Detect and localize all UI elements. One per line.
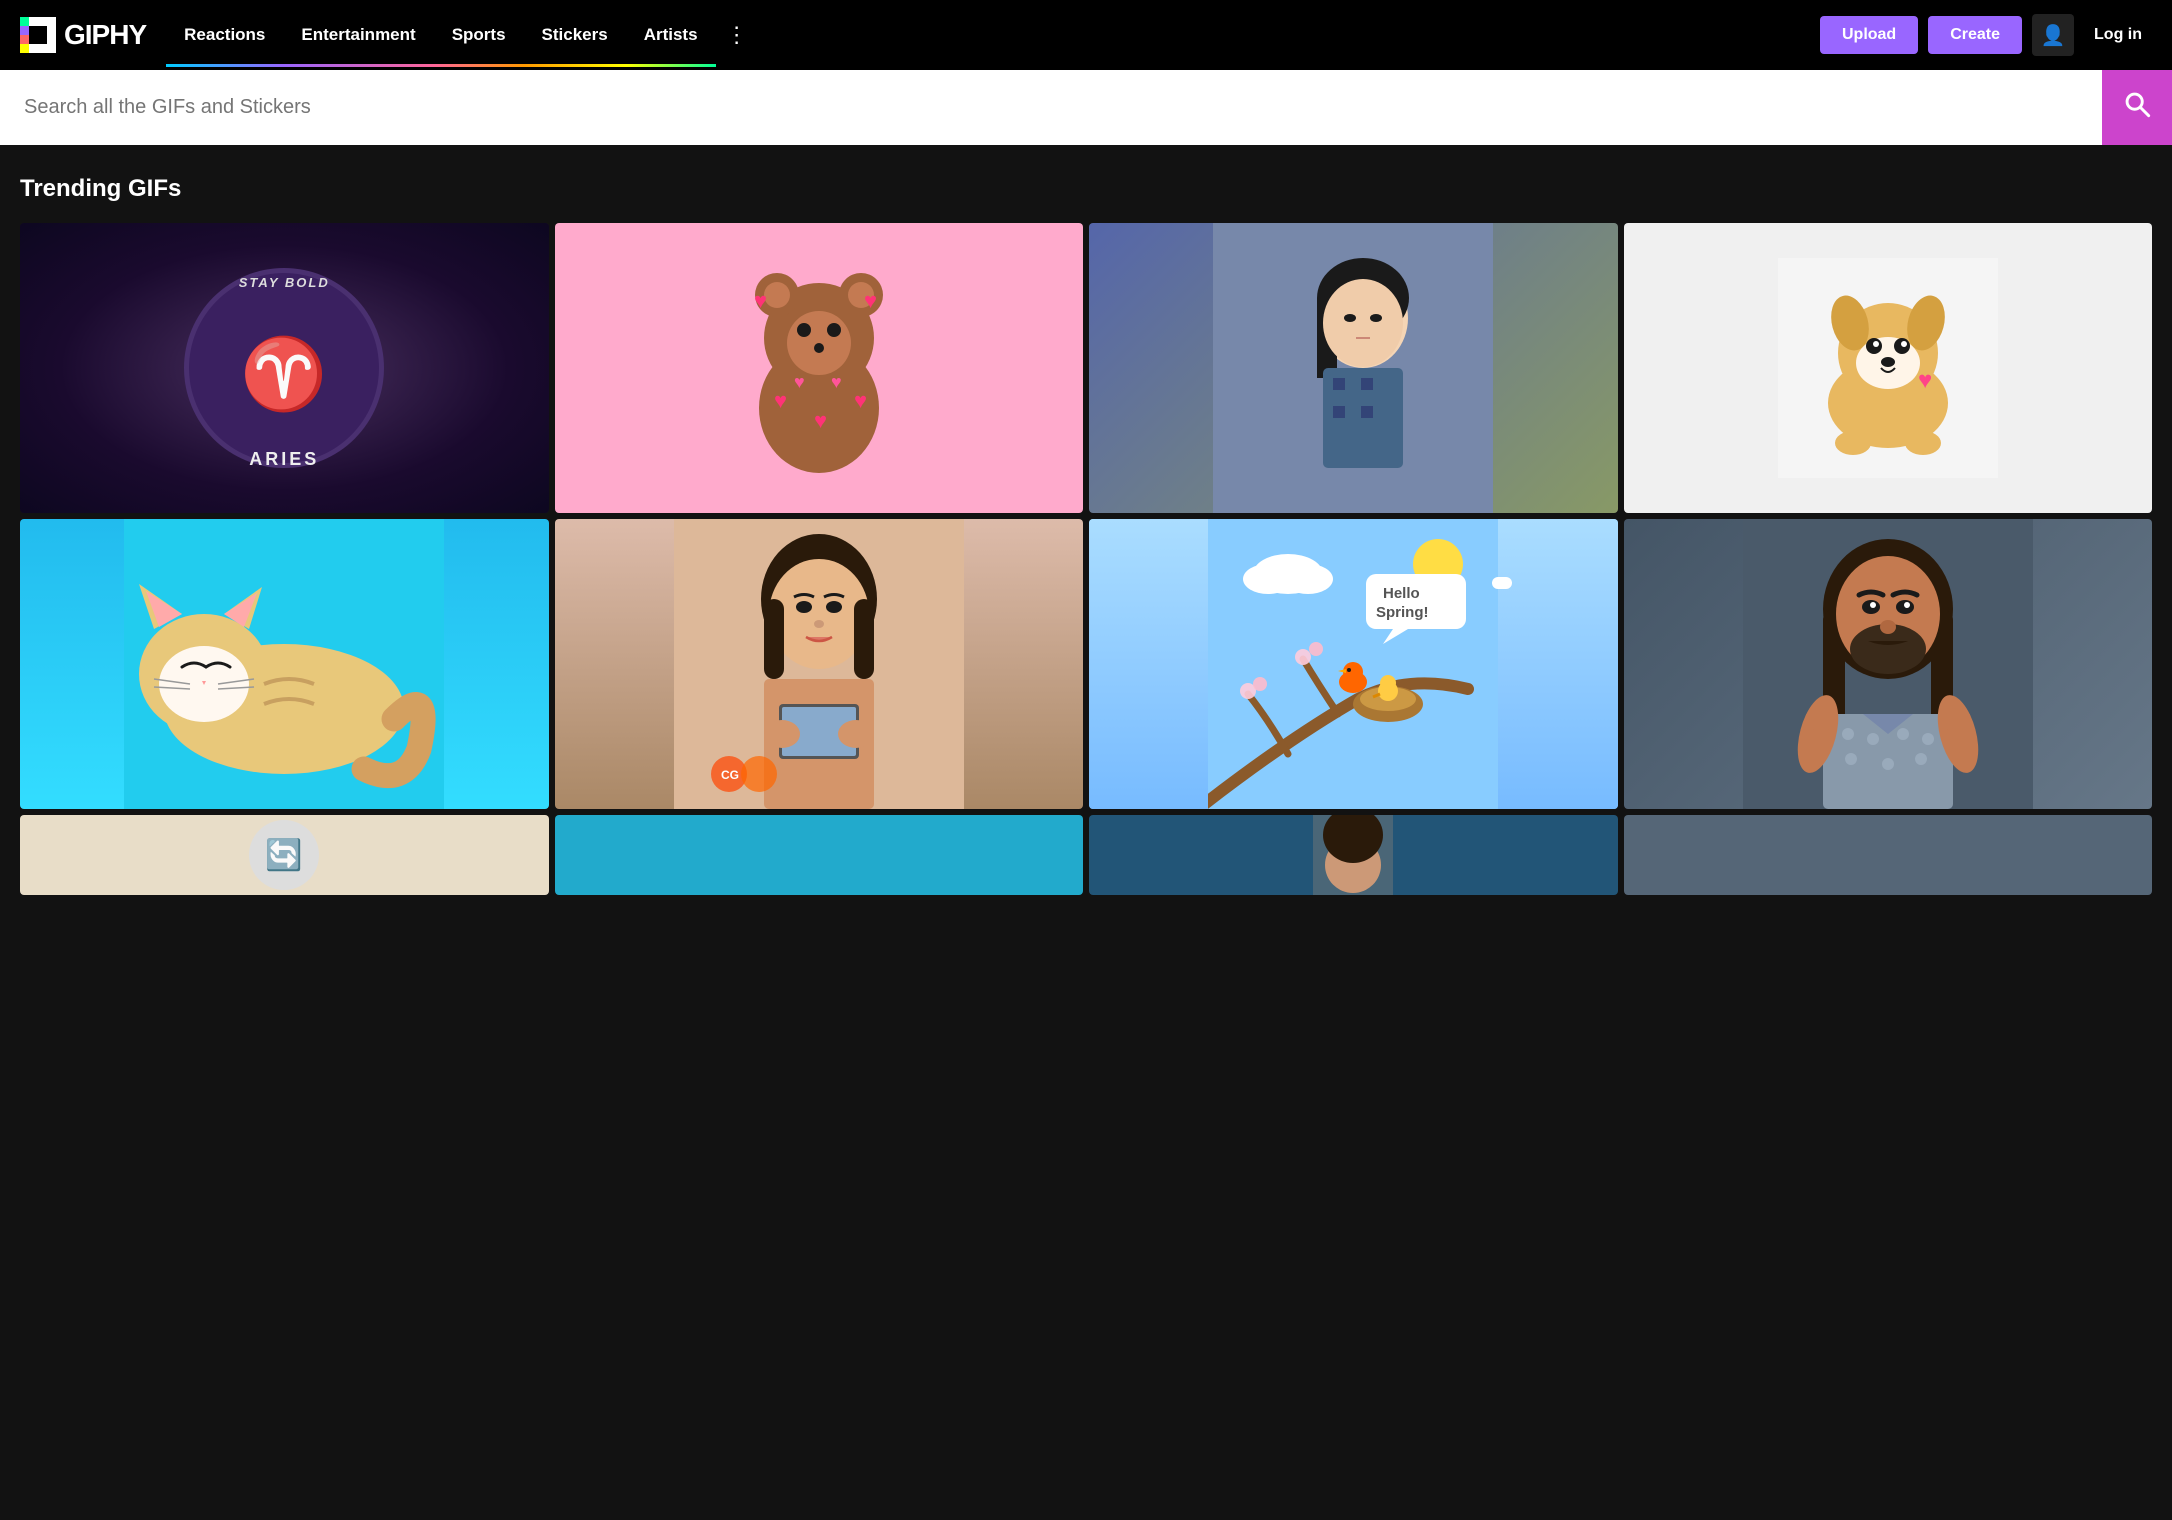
logo[interactable]: GIPHY [20, 17, 146, 53]
profile-icon: 👤 [2041, 23, 2066, 48]
svg-text:♥: ♥ [864, 288, 877, 313]
gif-item-jason[interactable] [1624, 519, 2153, 809]
gif-item-girl[interactable] [1089, 223, 1618, 513]
svg-text:♥: ♥ [1918, 367, 1932, 394]
main-content: Trending GIFs ♈ STAY BOLD ARIES [0, 145, 2172, 925]
svg-text:♥: ♥ [794, 372, 805, 392]
svg-text:♥: ♥ [774, 388, 787, 413]
svg-text:Spring!: Spring! [1376, 604, 1429, 621]
profile-button[interactable]: 👤 [2032, 14, 2074, 56]
gif-grid: ♈ STAY BOLD ARIES [20, 223, 2152, 809]
search-icon [2123, 90, 2151, 125]
svg-text:♥: ♥ [754, 288, 767, 313]
gif-item-bear[interactable]: ♥ ♥ ♥ ♥ ♥ ♥ ♥ [555, 223, 1084, 513]
nav-more-icon[interactable]: ⋮ [716, 22, 758, 48]
aries-stay-bold-text: STAY BOLD [239, 275, 330, 290]
svg-text:♈: ♈ [241, 334, 328, 414]
gif-item-partial-1[interactable]: 🔄 [20, 815, 549, 895]
svg-text:🔄: 🔄 [266, 837, 303, 872]
svg-text:CG: CG [721, 768, 739, 782]
nav-item-stickers[interactable]: Stickers [524, 3, 626, 67]
upload-button[interactable]: Upload [1820, 16, 1918, 54]
nav-item-entertainment[interactable]: Entertainment [283, 3, 433, 67]
nav-item-artists[interactable]: Artists [626, 3, 716, 67]
gif-item-woman-phone[interactable]: CG [555, 519, 1084, 809]
nav-actions: Upload Create 👤 Log in [1820, 14, 2152, 56]
search-input[interactable] [0, 74, 2102, 141]
gif-item-cat[interactable] [20, 519, 549, 809]
nav-item-reactions[interactable]: Reactions [166, 3, 283, 67]
aries-label-text: ARIES [249, 449, 319, 470]
search-button[interactable] [2102, 70, 2172, 145]
nav-item-sports[interactable]: Sports [434, 3, 524, 67]
gif-item-spring[interactable]: Hello Spring! [1089, 519, 1618, 809]
section-title: Trending GIFs [20, 175, 2152, 203]
gif-item-partial-3[interactable] [1089, 815, 1618, 895]
gif-grid-row3: 🔄 [20, 815, 2152, 895]
header: GIPHY Reactions Entertainment Sports Sti… [0, 0, 2172, 70]
spring-text [1492, 577, 1512, 589]
search-bar [0, 70, 2172, 145]
create-button[interactable]: Create [1928, 16, 2022, 54]
gif-item-partial-4[interactable] [1624, 815, 2153, 895]
gif-item-partial-2[interactable] [555, 815, 1084, 895]
main-nav: Reactions Entertainment Sports Stickers … [166, 3, 1810, 67]
svg-text:♥: ♥ [854, 388, 867, 413]
giphy-logo-icon [20, 17, 56, 53]
logo-text: GIPHY [64, 19, 146, 51]
gif-item-corgi[interactable]: ♥ [1624, 223, 2153, 513]
svg-text:♥: ♥ [814, 408, 827, 433]
svg-text:Hello: Hello [1383, 585, 1420, 602]
svg-text:♥: ♥ [831, 372, 842, 392]
login-button[interactable]: Log in [2084, 26, 2152, 44]
gif-item-aries[interactable]: ♈ STAY BOLD ARIES [20, 223, 549, 513]
